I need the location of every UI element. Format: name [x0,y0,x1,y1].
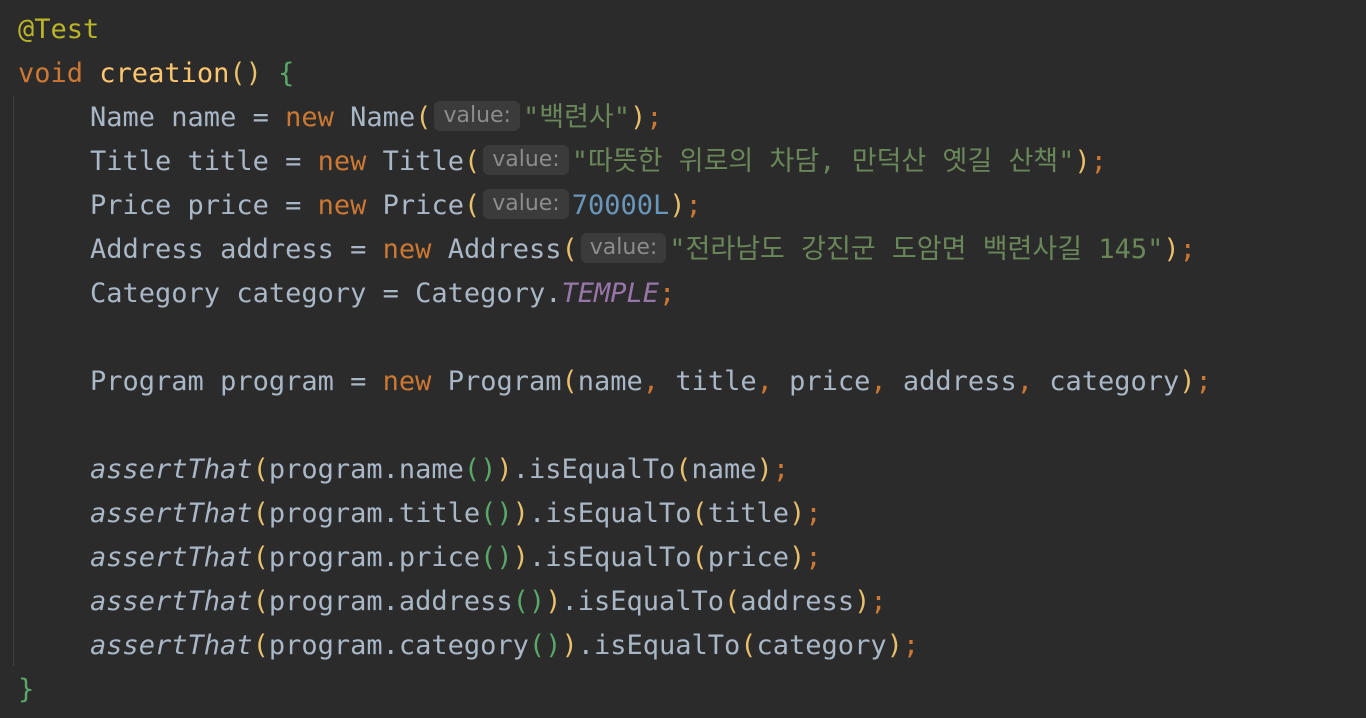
assert-getter: price [398,542,481,573]
assign-op: = [252,102,269,133]
code-editor[interactable]: @Test void creation() { Name name = new … [0,0,1366,718]
param-hint: value: [580,233,667,263]
assert-fn: assertThat [90,454,253,485]
string-literal: "백련사" [522,102,631,133]
arg-name: name [577,366,643,397]
assert-check: .isEqualTo [512,454,676,485]
var-category: category [236,278,367,309]
new-keyword: new [285,102,334,133]
ctor-title: Title [382,146,464,177]
arg-address: address [902,366,1017,397]
void-keyword: void [18,58,84,89]
code-line-name[interactable]: Name name = new Name(value: "백련사"); [18,96,1366,140]
var-program: program [220,366,334,397]
var-price: price [187,190,269,221]
assert-getter: name [398,454,464,485]
param-hint: value: [434,101,520,131]
assert-getter: category [398,630,529,661]
assert-getter: title [398,498,481,529]
code-line-assert-title[interactable]: assertThat(program.title()).isEqualTo(ti… [18,492,1366,536]
code-line-category[interactable]: Category category = Category.TEMPLE; [18,272,1366,316]
assign-op: = [285,190,302,221]
string-literal: "따뜻한 위로의 차담, 만덕산 옛길 산책" [571,146,1075,177]
code-line-assert-name[interactable]: assertThat(program.name()).isEqualTo(nam… [18,448,1366,492]
param-hint: value: [483,145,569,175]
assert-expected: title [707,498,790,529]
code-line-title[interactable]: Title title = new Title(value: "따뜻한 위로의 차… [18,140,1366,184]
param-hint: value: [483,189,569,219]
assert-fn: assertThat [90,586,253,617]
enum-qualifier: Category. [415,278,562,309]
assign-op: = [382,278,399,309]
assert-fn: assertThat [90,542,253,573]
code-line-assert-category[interactable]: assertThat(program.category()).isEqualTo… [18,624,1366,668]
code-line-address[interactable]: Address address = new Address(value: "전라남… [18,228,1366,272]
ctor-address: Address [447,234,562,265]
var-address: address [220,234,334,265]
code-line-assert-price[interactable]: assertThat(program.price()).isEqualTo(pr… [18,536,1366,580]
assert-receiver: program. [268,542,399,573]
assert-check: .isEqualTo [528,542,692,573]
assert-receiver: program. [268,586,399,617]
assert-fn: assertThat [90,498,253,529]
type-price: Price [90,190,172,221]
assert-expected: category [756,630,887,661]
assert-expected: name [691,454,757,485]
assert-check: .isEqualTo [528,498,692,529]
new-keyword: new [382,366,432,397]
ctor-price: Price [382,190,464,221]
code-line-assert-address[interactable]: assertThat(program.address()).isEqualTo(… [18,580,1366,624]
assign-op: = [350,234,367,265]
type-name: Name [90,102,156,133]
code-line-method-signature[interactable]: void creation() { [18,52,1366,96]
method-parens: () [229,58,262,89]
assert-getter: address [398,586,513,617]
assert-check: .isEqualTo [577,630,741,661]
code-line-annotation[interactable]: @Test [18,8,1366,52]
var-name: name [171,102,237,133]
assign-op: = [285,146,302,177]
test-annotation: @Test [18,14,100,45]
method-close-brace: } [18,674,35,705]
assert-fn: assertThat [90,630,253,661]
ctor-program: Program [447,366,562,397]
assert-check: .isEqualTo [561,586,725,617]
type-title: Title [90,146,172,177]
assert-receiver: program. [268,630,399,661]
method-open-brace: { [278,58,295,89]
type-address: Address [90,234,204,265]
new-keyword: new [317,190,367,221]
ctor-name: Name [350,102,416,133]
code-line-close-brace[interactable]: } [18,668,1366,712]
var-title: title [187,146,269,177]
string-literal: "전라남도 강진군 도암면 백련사길 145" [669,234,1164,265]
new-keyword: new [382,234,432,265]
assert-expected: address [740,586,855,617]
assert-receiver: program. [268,498,399,529]
assign-op: = [350,366,367,397]
arg-price: price [789,366,871,397]
assert-receiver: program. [268,454,399,485]
code-line-blank[interactable] [18,404,1366,448]
type-program: Program [90,366,204,397]
new-keyword: new [317,146,367,177]
assert-expected: price [707,542,790,573]
method-name: creation [99,58,230,89]
arg-category: category [1049,366,1180,397]
type-category: Category [90,278,221,309]
enum-constant: TEMPLE [561,278,660,309]
indent-guide [13,96,14,666]
code-line-blank[interactable] [18,316,1366,360]
number-literal: 70000L [571,190,670,221]
code-line-program[interactable]: Program program = new Program(name, titl… [18,360,1366,404]
code-line-price[interactable]: Price price = new Price(value: 70000L); [18,184,1366,228]
arg-title: title [675,366,757,397]
